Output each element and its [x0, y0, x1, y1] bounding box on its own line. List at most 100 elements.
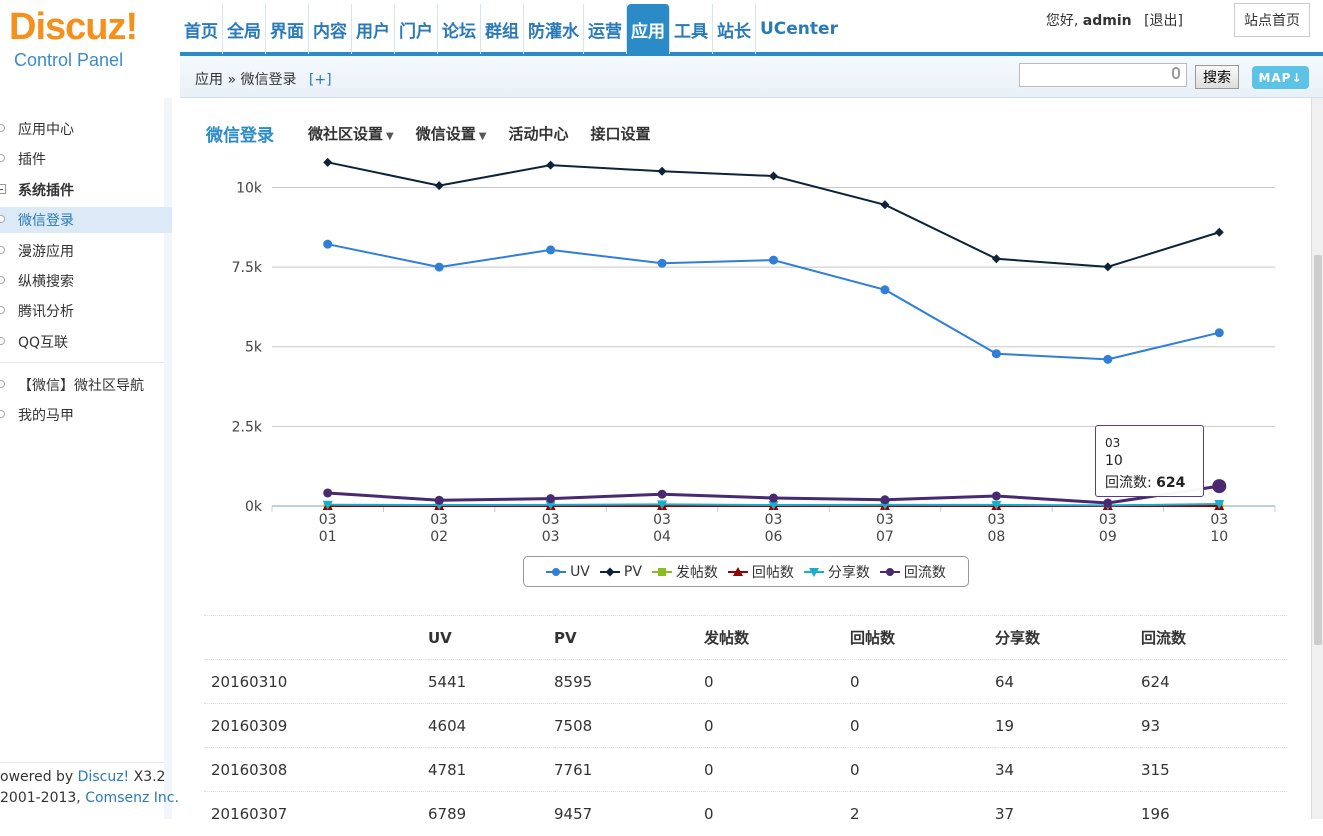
- discuz-link[interactable]: Discuz!: [78, 769, 130, 785]
- sidebar-item[interactable]: 腾讯分析: [0, 298, 172, 324]
- data-point[interactable]: [552, 568, 560, 576]
- data-point[interactable]: [658, 259, 667, 268]
- data-point[interactable]: [323, 488, 332, 497]
- data-point[interactable]: [546, 494, 555, 503]
- bullet-icon: [0, 276, 5, 284]
- data-point[interactable]: [435, 181, 444, 190]
- nav-item[interactable]: 工具: [670, 4, 713, 54]
- legend-item[interactable]: UV: [546, 564, 590, 580]
- data-point[interactable]: [1103, 355, 1112, 364]
- breadcrumb-path[interactable]: 应用 » 微信登录: [195, 72, 296, 88]
- sidebar-item[interactable]: 插件: [0, 146, 172, 172]
- table-cell: 0: [850, 660, 995, 704]
- nav-item[interactable]: 站长: [713, 4, 756, 54]
- collapse-icon[interactable]: [0, 184, 6, 194]
- nav-item[interactable]: 界面: [266, 4, 309, 54]
- data-point[interactable]: [1212, 479, 1226, 493]
- data-point[interactable]: [658, 490, 667, 499]
- sidebar-item[interactable]: QQ互联: [0, 329, 172, 355]
- add-shortcut-link[interactable]: [+]: [309, 72, 332, 88]
- scrollbar-thumb[interactable]: [1314, 255, 1322, 645]
- table-cell: 8595: [554, 660, 704, 704]
- nav-item[interactable]: 运营: [584, 4, 627, 54]
- nav-item[interactable]: 门户: [395, 4, 438, 54]
- nav-item[interactable]: 论坛: [438, 4, 481, 54]
- logo[interactable]: Discuz! Control Panel: [0, 0, 172, 98]
- scrollbar[interactable]: [1311, 98, 1323, 819]
- data-point[interactable]: [435, 263, 444, 272]
- data-point[interactable]: [769, 172, 778, 181]
- nav-item[interactable]: 内容: [309, 4, 352, 54]
- data-point[interactable]: [880, 285, 889, 294]
- data-point[interactable]: [1103, 262, 1112, 271]
- data-point[interactable]: [880, 495, 889, 504]
- nav-item[interactable]: 防灌水: [524, 4, 584, 54]
- table-cell: 6789: [428, 792, 554, 836]
- data-point[interactable]: [546, 161, 555, 170]
- bullet-icon: [0, 380, 5, 388]
- top-navigation: 首页全局界面内容用户门户论坛群组防灌水运营应用工具站长UCenter: [180, 4, 842, 54]
- copyright: 2001-2013, Comsenz Inc.: [0, 790, 179, 806]
- tab-item[interactable]: 微社区设置▼: [308, 125, 394, 143]
- greeting-text: 您好,: [1046, 13, 1078, 29]
- map-button[interactable]: MAP ↓: [1252, 66, 1309, 89]
- data-point[interactable]: [1103, 499, 1112, 508]
- data-point[interactable]: [769, 494, 778, 503]
- legend-item[interactable]: 发帖数: [652, 562, 718, 582]
- nav-item[interactable]: 应用: [627, 4, 670, 54]
- nav-item[interactable]: UCenter: [756, 4, 842, 54]
- legend-item[interactable]: 回帖数: [728, 562, 794, 582]
- table-cell: 93: [1141, 704, 1287, 748]
- data-point[interactable]: [323, 158, 332, 167]
- x-tick-label: 0306: [765, 512, 783, 545]
- data-point[interactable]: [769, 256, 778, 265]
- data-point[interactable]: [880, 200, 889, 209]
- data-point[interactable]: [658, 568, 666, 576]
- nav-item[interactable]: 首页: [180, 4, 223, 54]
- sidebar-item-label: 应用中心: [18, 119, 74, 139]
- sidebar-item[interactable]: 应用中心: [0, 116, 172, 142]
- table-row: 2016030946047508001993: [204, 704, 1287, 748]
- tab-label: 微社区设置: [308, 125, 383, 143]
- sidebar-item[interactable]: 漫游应用: [0, 238, 172, 264]
- logout-link[interactable]: [退出]: [1144, 13, 1183, 29]
- nav-item[interactable]: 全局: [223, 4, 266, 54]
- data-point[interactable]: [992, 491, 1001, 500]
- data-point[interactable]: [992, 254, 1001, 263]
- data-point[interactable]: [658, 167, 667, 176]
- tab-item[interactable]: 接口设置: [590, 125, 650, 143]
- data-point[interactable]: [1215, 228, 1224, 237]
- sidebar-divider: [0, 362, 164, 363]
- search-input[interactable]: [1019, 63, 1187, 87]
- data-point[interactable]: [886, 568, 894, 576]
- data-point[interactable]: [323, 240, 332, 249]
- data-point[interactable]: [546, 245, 555, 254]
- tab-item[interactable]: 活动中心: [508, 125, 568, 143]
- comsenz-link[interactable]: Comsenz Inc.: [85, 790, 179, 806]
- sidebar-item[interactable]: 我的马甲: [0, 402, 172, 428]
- data-point[interactable]: [992, 349, 1001, 358]
- table-header-cell: 回流数: [1141, 616, 1287, 660]
- tab-wechat-login[interactable]: 微信登录: [206, 121, 274, 146]
- sidebar-item[interactable]: 系统插件: [0, 177, 172, 203]
- legend-item[interactable]: 回流数: [880, 562, 946, 582]
- data-point[interactable]: [1215, 328, 1224, 337]
- sidebar-item[interactable]: 微信登录: [0, 207, 172, 233]
- nav-item[interactable]: 群组: [481, 4, 524, 54]
- nav-item[interactable]: 用户: [352, 4, 395, 54]
- site-home-button[interactable]: 站点首页: [1234, 3, 1310, 37]
- sidebar-item[interactable]: 纵横搜索: [0, 268, 172, 294]
- sidebar-item[interactable]: 【微信】微社区导航: [0, 372, 172, 398]
- tab-item[interactable]: 微信设置▼: [416, 125, 487, 143]
- legend-item[interactable]: 分享数: [804, 562, 870, 582]
- tooltip-line2: 10: [1105, 453, 1203, 469]
- search-button[interactable]: 搜索: [1195, 65, 1239, 89]
- data-point[interactable]: [605, 567, 614, 576]
- x-tick-label: 0303: [542, 512, 560, 545]
- microphone-icon[interactable]: [1172, 67, 1180, 79]
- username: admin: [1083, 13, 1132, 29]
- table-cell: 0: [704, 704, 850, 748]
- data-point[interactable]: [435, 496, 444, 505]
- legend-item[interactable]: PV: [600, 564, 642, 580]
- x-tick-label: 0307: [876, 512, 894, 545]
